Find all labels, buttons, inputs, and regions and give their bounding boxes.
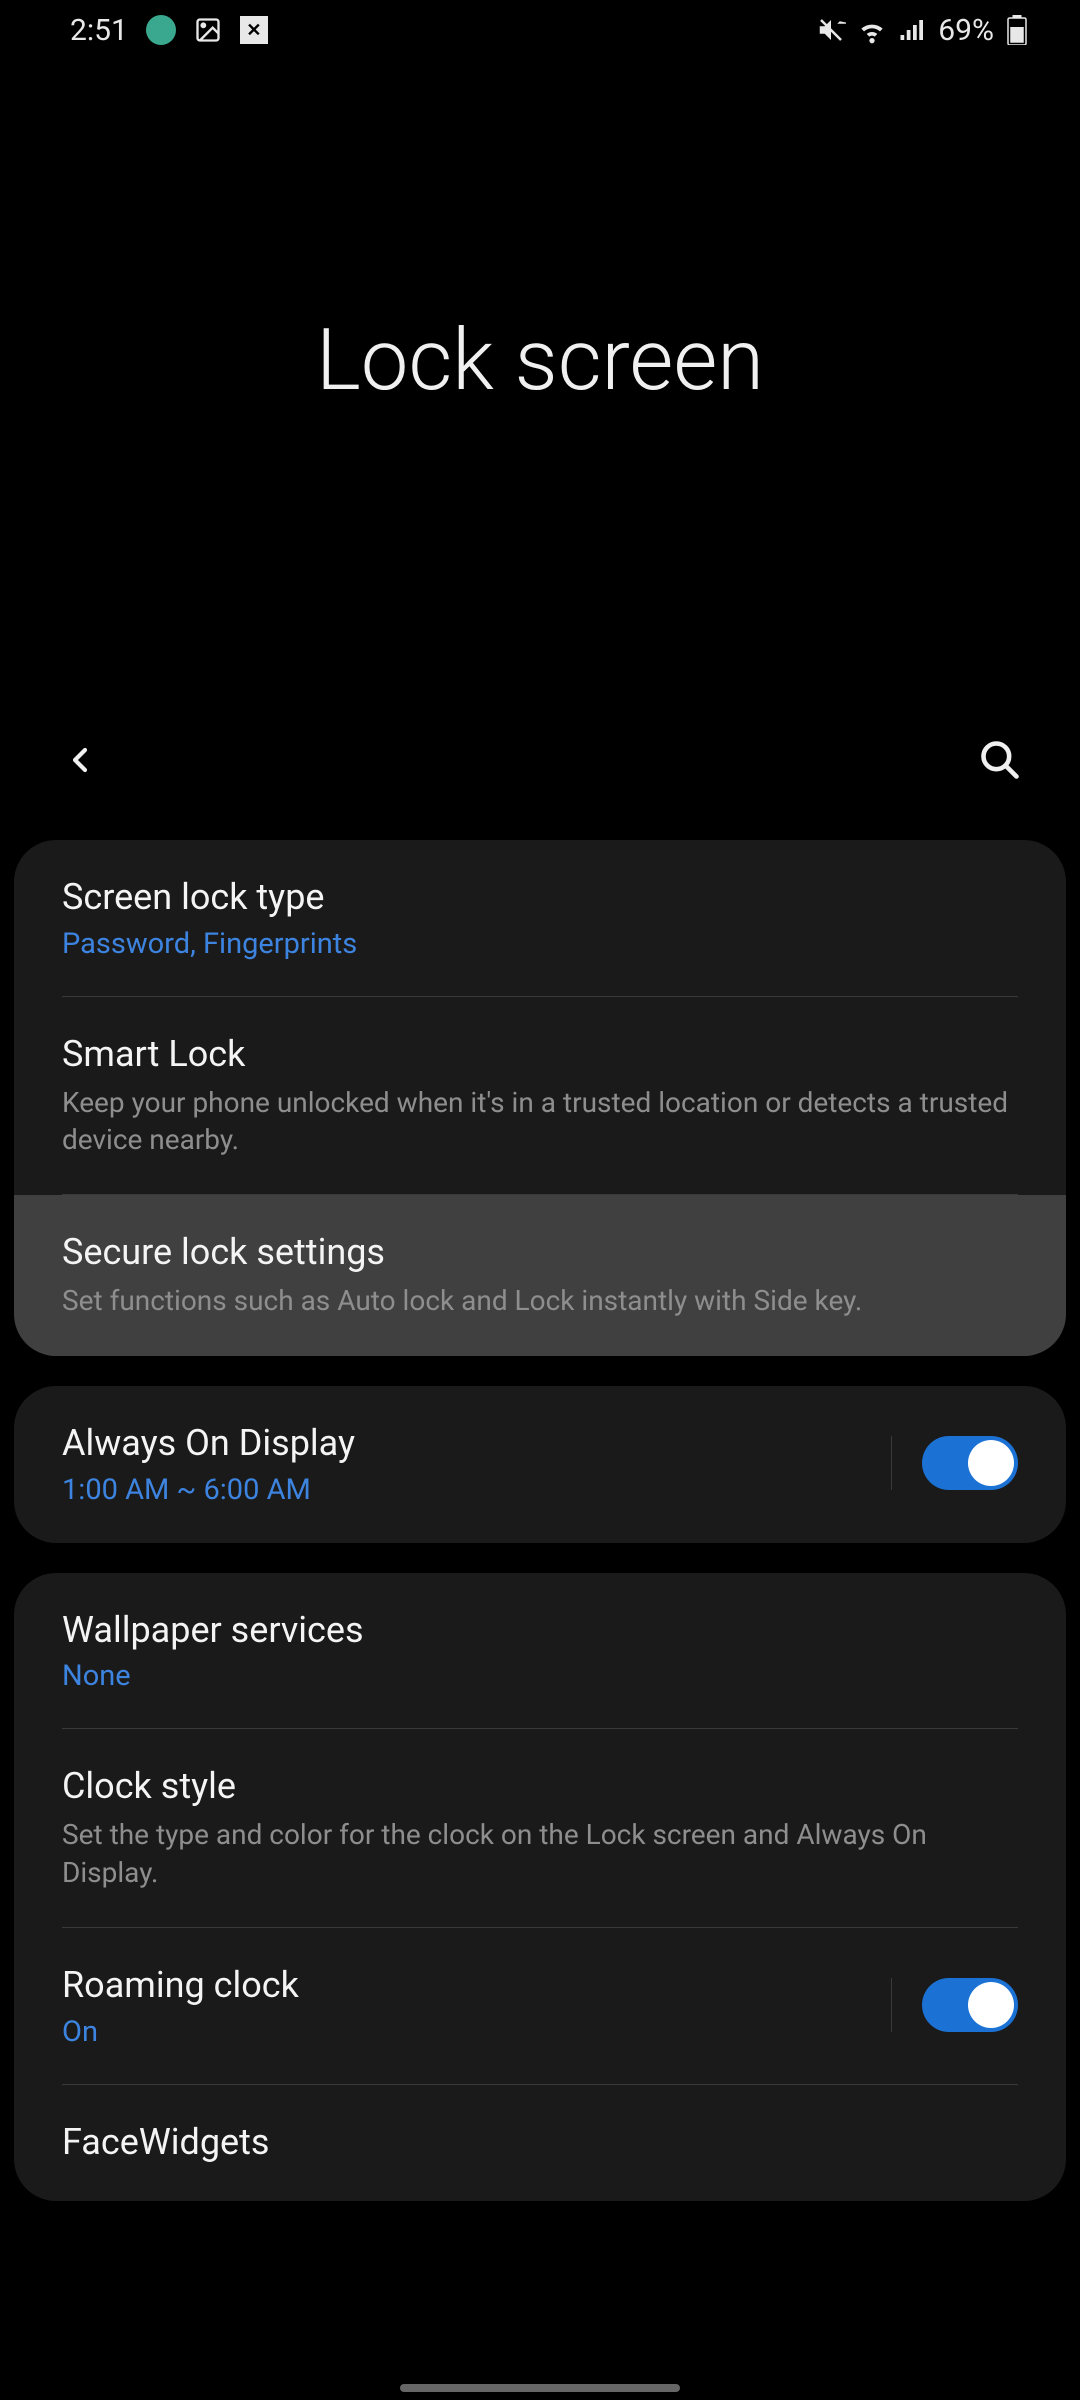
search-button[interactable]: [970, 730, 1030, 790]
toggle-knob: [968, 1982, 1014, 2028]
setting-title: Screen lock type: [62, 874, 1018, 921]
setting-title: Smart Lock: [62, 1031, 1018, 1078]
setting-subtitle: 1:00 AM ~ 6:00 AM: [62, 1473, 861, 1507]
wifi-icon: [856, 14, 888, 46]
status-left: 2:51 ✕: [70, 13, 268, 48]
page-title: Lock screen: [316, 310, 764, 410]
signal-icon: [898, 15, 928, 45]
setting-title: Always On Display: [62, 1420, 861, 1467]
setting-row[interactable]: Screen lock type Password, Fingerprints: [14, 840, 1066, 997]
setting-text: Roaming clock On: [62, 1962, 861, 2049]
status-bar: 2:51 ✕ 69%: [0, 0, 1080, 60]
status-time: 2:51: [70, 13, 128, 48]
image-icon: [194, 16, 222, 44]
setting-subtitle: Set the type and color for the clock on …: [62, 1816, 1018, 1892]
close-notification-icon: ✕: [240, 16, 268, 44]
setting-row[interactable]: FaceWidgets: [14, 2085, 1066, 2202]
battery-percent: 69%: [938, 13, 994, 48]
setting-subtitle: Set functions such as Auto lock and Lock…: [62, 1282, 1018, 1320]
toolbar: [0, 720, 1080, 800]
toggle-switch[interactable]: [922, 1978, 1018, 2032]
setting-row[interactable]: Smart Lock Keep your phone unlocked when …: [14, 997, 1066, 1195]
chevron-left-icon: [60, 740, 100, 780]
setting-subtitle: Keep your phone unlocked when it's in a …: [62, 1084, 1018, 1160]
settings-group: Always On Display 1:00 AM ~ 6:00 AM: [14, 1386, 1066, 1543]
setting-subtitle: Password, Fingerprints: [62, 927, 1018, 961]
vibrate-mute-icon: [816, 15, 846, 45]
search-icon: [978, 738, 1022, 782]
header-area: Lock screen: [0, 60, 1080, 840]
setting-row[interactable]: Secure lock settings Set functions such a…: [14, 1195, 1066, 1356]
setting-row[interactable]: Always On Display 1:00 AM ~ 6:00 AM: [14, 1386, 1066, 1543]
setting-title: Clock style: [62, 1763, 1018, 1810]
settings-group: Wallpaper services None Clock style Set the…: [14, 1573, 1066, 2202]
toggle-knob: [968, 1440, 1014, 1486]
toggle-wrap: [891, 1436, 1018, 1490]
toggle-separator: [891, 1436, 892, 1490]
setting-title: Roaming clock: [62, 1962, 861, 2009]
setting-row[interactable]: Clock style Set the type and color for th…: [14, 1729, 1066, 1927]
toggle-wrap: [891, 1978, 1018, 2032]
setting-subtitle: None: [62, 1659, 1018, 1693]
battery-icon: [1004, 15, 1030, 45]
nav-handle[interactable]: [400, 2384, 680, 2392]
back-button[interactable]: [50, 730, 110, 790]
setting-title: Secure lock settings: [62, 1229, 1018, 1276]
setting-subtitle: On: [62, 2015, 861, 2049]
setting-row[interactable]: Wallpaper services None: [14, 1573, 1066, 1730]
setting-title: FaceWidgets: [62, 2119, 1018, 2166]
toggle-separator: [891, 1978, 892, 2032]
notification-app-icon: [146, 15, 176, 45]
settings-content: Screen lock type Password, Fingerprints Sm…: [0, 840, 1080, 2201]
setting-row[interactable]: Roaming clock On: [14, 1928, 1066, 2085]
toggle-switch[interactable]: [922, 1436, 1018, 1490]
setting-text: Always On Display 1:00 AM ~ 6:00 AM: [62, 1420, 861, 1507]
settings-group: Screen lock type Password, Fingerprints Sm…: [14, 840, 1066, 1356]
status-right: 69%: [816, 13, 1030, 48]
setting-title: Wallpaper services: [62, 1607, 1018, 1654]
